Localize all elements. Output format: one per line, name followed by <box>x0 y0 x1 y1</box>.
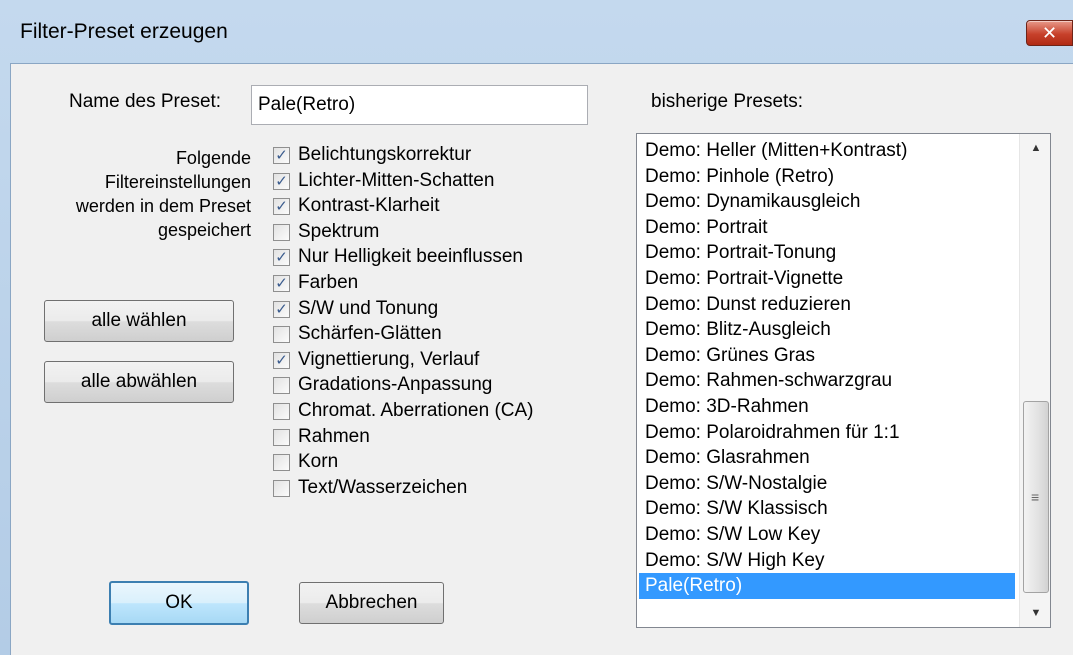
checkbox-label: Chromat. Aberrationen (CA) <box>298 400 534 421</box>
preset-list-item[interactable]: Demo: Glasrahmen <box>639 445 1015 471</box>
checkbox-label: Text/Wasserzeichen <box>298 476 468 498</box>
close-button[interactable]: ✕ <box>1026 20 1073 46</box>
ok-button[interactable]: OK <box>109 581 249 625</box>
checkbox-label: S/W und Tonung <box>298 297 439 319</box>
filter-checkbox-row[interactable]: ✓ Belichtungskorrektur <box>273 144 573 169</box>
preset-list-item[interactable]: Demo: S/W Low Key <box>639 522 1015 548</box>
check-icon: ✓ <box>275 351 288 369</box>
check-icon: ✓ <box>275 172 288 190</box>
check-icon: ✓ <box>275 300 288 318</box>
preset-list-item[interactable]: Demo: S/W-Nostalgie <box>639 471 1015 497</box>
filter-checkbox-row[interactable]: Schärfen-Glätten <box>273 323 573 348</box>
scroll-up-icon[interactable]: ▲ <box>1020 134 1050 162</box>
checkbox-checked[interactable]: ✓ <box>273 249 290 267</box>
filter-checkbox-row[interactable]: ✓ S/W und Tonung <box>273 298 573 323</box>
description-text: Folgende Filtereinstellungen werden in d… <box>41 146 251 242</box>
checkbox-checked[interactable]: ✓ <box>273 300 290 318</box>
preset-list-item[interactable]: Demo: Blitz-Ausgleich <box>639 317 1015 343</box>
description-line: Filtereinstellungen <box>104 172 251 192</box>
preset-list-item[interactable]: Demo: Portrait-Vignette <box>639 266 1015 292</box>
checkbox-unchecked[interactable] <box>273 454 290 472</box>
check-icon: ✓ <box>275 198 288 216</box>
check-icon: ✓ <box>275 275 288 292</box>
filter-checkbox-row[interactable]: Korn <box>273 451 573 476</box>
checkbox-unchecked[interactable] <box>273 428 290 446</box>
deselect-all-button[interactable]: alle abwählen <box>44 361 234 403</box>
checkbox-label: Rahmen <box>298 425 370 447</box>
preset-list-item[interactable]: Demo: 3D-Rahmen <box>639 394 1015 420</box>
filter-checkbox-row[interactable]: Spektrum <box>273 221 573 246</box>
scroll-down-icon[interactable]: ▼ <box>1020 599 1050 627</box>
filter-checkbox-row[interactable]: Text/Wasserzeichen <box>273 477 573 502</box>
check-icon: ✓ <box>275 147 288 164</box>
filter-checkbox-row[interactable]: ✓ Farben <box>273 272 573 297</box>
checkbox-label: Vignettierung, Verlauf <box>298 348 480 370</box>
preset-list-item[interactable]: Demo: Portrait-Tonung <box>639 240 1015 266</box>
cancel-button[interactable]: Abbrechen <box>299 582 444 624</box>
checkbox-label: Farben <box>298 272 359 293</box>
checkbox-unchecked[interactable] <box>273 223 290 241</box>
checkbox-label: Belichtungskorrektur <box>298 144 472 165</box>
checkbox-unchecked[interactable] <box>273 403 290 420</box>
checkbox-label: Korn <box>298 451 339 473</box>
checkbox-checked[interactable]: ✓ <box>273 147 290 164</box>
checkbox-unchecked[interactable] <box>273 479 290 497</box>
preset-list-item[interactable]: Demo: Heller (Mitten+Kontrast) <box>639 138 1015 164</box>
description-line: gespeichert <box>157 220 251 240</box>
filter-checkbox-row[interactable]: ✓ Vignettierung, Verlauf <box>273 349 573 374</box>
checkbox-checked[interactable]: ✓ <box>273 275 290 292</box>
preset-name-input[interactable]: Pale(Retro) <box>251 85 588 125</box>
checkbox-checked[interactable]: ✓ <box>273 198 290 216</box>
filter-checkbox-row[interactable]: Rahmen <box>273 426 573 451</box>
preset-list-item[interactable]: Demo: S/W Klassisch <box>639 496 1015 522</box>
checkbox-label: Schärfen-Glätten <box>298 323 442 345</box>
filter-checkbox-row[interactable]: Gradations-Anpassung <box>273 374 573 399</box>
presets-label: bisherige Presets: <box>651 91 804 112</box>
checkbox-label: Nur Helligkeit beeinflussen <box>298 246 523 268</box>
filter-checkbox-row[interactable]: Chromat. Aberrationen (CA) <box>273 400 573 425</box>
preset-name-label: Name des Preset: <box>69 91 222 112</box>
checkbox-label: Spektrum <box>298 220 380 242</box>
dialog-window: Filter-Preset erzeugen ✕ Name des Preset… <box>0 0 1073 655</box>
preset-list-item[interactable]: Demo: Pinhole (Retro) <box>639 164 1015 190</box>
checkbox-label: Gradations-Anpassung <box>298 374 493 396</box>
title-bar[interactable]: Filter-Preset erzeugen ✕ <box>0 0 1073 62</box>
preset-list-item[interactable]: Demo: Grünes Gras <box>639 343 1015 369</box>
description-line: werden in dem Preset <box>75 196 251 216</box>
checkbox-unchecked[interactable] <box>273 377 290 395</box>
presets-listbox[interactable]: Demo: Heller (Mitten+Kontrast) Demo: Pinh… <box>636 133 1051 628</box>
checkbox-checked[interactable]: ✓ <box>273 172 290 190</box>
filter-checkbox-row[interactable]: ✓ Nur Helligkeit beeinflussen <box>273 246 573 271</box>
close-icon: ✕ <box>1041 23 1058 43</box>
scrollbar-thumb[interactable]: ≡ <box>1023 401 1049 593</box>
preset-list-item[interactable]: Demo: Portrait <box>639 215 1015 241</box>
grip-icon: ≡ <box>1031 489 1040 505</box>
preset-list-item[interactable]: Demo: Polaroidrahmen für 1:1 <box>639 420 1015 446</box>
checkbox-label: Kontrast-Klarheit <box>298 195 440 217</box>
window-title: Filter-Preset erzeugen <box>20 20 228 43</box>
preset-list-item[interactable]: Pale(Retro) <box>639 573 1015 600</box>
check-icon: ✓ <box>275 249 288 267</box>
filter-checkbox-row[interactable]: ✓ Kontrast-Klarheit <box>273 195 573 220</box>
checkbox-unchecked[interactable] <box>273 326 290 344</box>
checkbox-label: Lichter-Mitten-Schatten <box>298 169 495 191</box>
vertical-scrollbar[interactable]: ▲ ≡ ▼ <box>1019 134 1050 627</box>
preset-list-item[interactable]: Demo: Dunst reduzieren <box>639 292 1015 318</box>
checkbox-checked[interactable]: ✓ <box>273 351 290 369</box>
preset-list-item[interactable]: Demo: Dynamikausgleich <box>639 189 1015 215</box>
filter-checkbox-row[interactable]: ✓ Lichter-Mitten-Schatten <box>273 170 573 195</box>
dialog-client-area: Name des Preset: Pale(Retro) Folgende Fi… <box>10 63 1073 655</box>
select-all-button[interactable]: alle wählen <box>44 300 234 342</box>
preset-list-item[interactable]: Demo: Rahmen-schwarzgrau <box>639 368 1015 394</box>
preset-list-item[interactable]: Demo: S/W High Key <box>639 548 1015 574</box>
description-line: Folgende <box>175 148 251 168</box>
